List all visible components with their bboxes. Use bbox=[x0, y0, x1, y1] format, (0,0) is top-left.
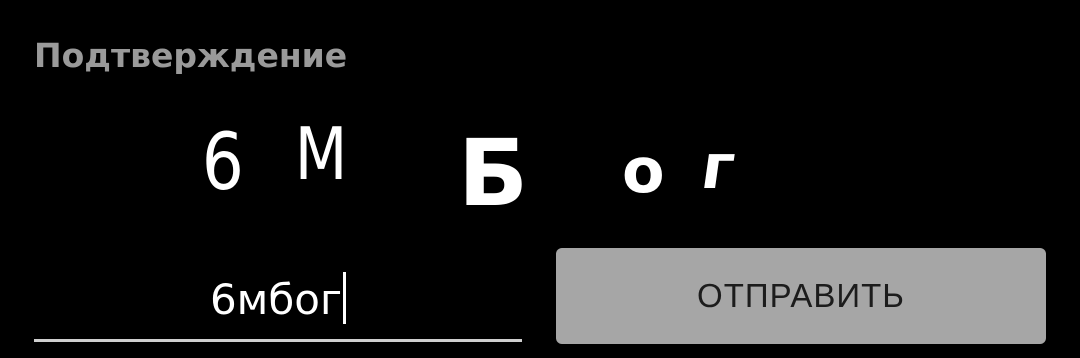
text-cursor bbox=[343, 272, 347, 324]
captcha-char: 6 bbox=[201, 118, 244, 208]
captcha-char: M bbox=[294, 112, 348, 196]
captcha-char: Б bbox=[458, 120, 529, 227]
captcha-char: г bbox=[696, 130, 740, 203]
captcha-answer-input[interactable]: 6мбог bbox=[34, 258, 522, 342]
captcha-answer-text: 6мбог bbox=[34, 272, 522, 324]
confirmation-label: Подтверждение bbox=[34, 36, 348, 75]
captcha-char: о bbox=[622, 134, 665, 207]
captcha-answer-value: 6мбог bbox=[209, 275, 343, 324]
captcha-image: 6 M Б о г bbox=[190, 118, 770, 228]
submit-button[interactable]: ОТПРАВИТЬ bbox=[556, 248, 1046, 344]
